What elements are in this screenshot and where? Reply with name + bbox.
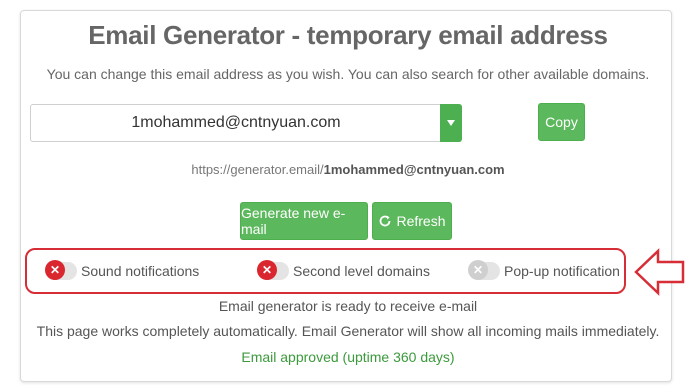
dropdown-toggle[interactable] xyxy=(440,104,462,142)
generate-email-label: Generate new e-mail xyxy=(241,205,346,237)
toggle-label: Pop-up notification xyxy=(504,263,620,279)
email-address-select[interactable]: 1mohammed@cntnyuan.com xyxy=(30,104,462,142)
popup-notification-switch[interactable]: ✕ xyxy=(468,260,500,280)
notification-options: ✕ Sound notifications ✕ Second level dom… xyxy=(25,248,626,294)
status-ready: Email generator is ready to receive e-ma… xyxy=(218,298,478,314)
close-icon: ✕ xyxy=(468,260,488,280)
toggle-second-level-domains[interactable]: ✕ Second level domains xyxy=(257,260,430,282)
second-level-domains-switch[interactable]: ✕ xyxy=(257,260,289,280)
refresh-icon xyxy=(380,215,391,227)
toggle-label: Second level domains xyxy=(293,263,430,279)
page-title: Email Generator - temporary email addres… xyxy=(88,20,608,50)
page-subtitle: You can change this email address as you… xyxy=(46,66,650,82)
refresh-label: Refresh xyxy=(396,213,446,229)
close-icon: ✕ xyxy=(257,260,277,280)
mailbox-url-prefix: https://generator.email/ xyxy=(191,162,324,177)
left-arrow-icon xyxy=(634,248,685,296)
sound-notifications-switch[interactable]: ✕ xyxy=(45,260,77,280)
close-icon: ✕ xyxy=(45,260,65,280)
toggle-label: Sound notifications xyxy=(81,263,200,279)
status-auto: This page works completely automatically… xyxy=(36,323,660,339)
status-approved: Email approved (uptime 360 days) xyxy=(241,349,455,365)
toggle-sound-notifications[interactable]: ✕ Sound notifications xyxy=(45,260,200,282)
refresh-button[interactable]: Refresh xyxy=(372,202,452,240)
email-address-value: 1mohammed@cntnyuan.com xyxy=(131,114,341,131)
chevron-down-icon xyxy=(447,120,455,126)
mailbox-url[interactable]: https://generator.email/1mohammed@cntnyu… xyxy=(0,162,696,177)
mailbox-url-address: 1mohammed@cntnyuan.com xyxy=(323,162,505,177)
copy-button[interactable]: Copy xyxy=(538,103,585,141)
generate-email-button[interactable]: Generate new e-mail xyxy=(240,202,368,240)
toggle-popup-notification[interactable]: ✕ Pop-up notification xyxy=(468,260,620,282)
